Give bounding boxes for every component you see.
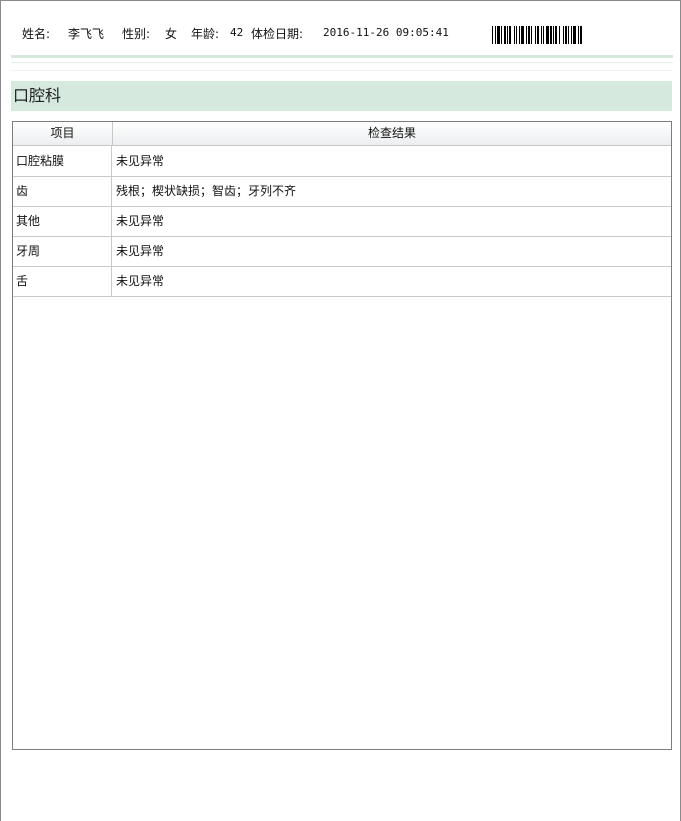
divider <box>11 70 673 71</box>
sex-label: 性别: <box>122 27 151 41</box>
date-label: 体检日期: <box>251 27 304 41</box>
item-cell: 齿 <box>13 176 112 206</box>
exam-date: 2016-11-26 09:05:41 <box>323 26 449 39</box>
patient-sex: 女 <box>165 27 178 41</box>
table-row: 齿 残根；楔状缺损；智齿；牙列不齐 <box>13 176 671 207</box>
patient-age: 42 <box>230 26 244 39</box>
results-table: 项目 检查结果 口腔粘膜 未见异常 齿 残根；楔状缺损；智齿；牙列不齐 其他 未… <box>12 121 672 750</box>
result-cell: 未见异常 <box>116 244 165 258</box>
item-cell: 舌 <box>13 266 112 296</box>
table-row: 舌 未见异常 <box>13 266 671 297</box>
result-cell: 残根；楔状缺损；智齿；牙列不齐 <box>116 184 297 198</box>
table-row: 其他 未见异常 <box>13 206 671 237</box>
column-header-item: 项目 <box>13 122 113 145</box>
top-border <box>1 0 680 1</box>
age-label: 年龄: <box>191 27 220 41</box>
name-label: 姓名: <box>22 27 51 41</box>
result-cell: 未见异常 <box>116 154 165 168</box>
divider <box>11 55 673 58</box>
patient-header: 姓名: 李飞飞 性别: 女 年龄: 42 体检日期: 2016-11-26 09… <box>1 18 680 46</box>
section-title: 口腔科 <box>11 81 672 111</box>
result-cell: 未见异常 <box>116 274 165 288</box>
column-header-result: 检查结果 <box>367 126 416 140</box>
patient-name: 李飞飞 <box>68 27 105 41</box>
report-page: 姓名: 李飞飞 性别: 女 年龄: 42 体检日期: 2016-11-26 09… <box>0 0 681 821</box>
result-cell: 未见异常 <box>116 214 165 228</box>
barcode-icon <box>492 26 582 44</box>
item-cell: 牙周 <box>13 236 112 266</box>
table-row: 口腔粘膜 未见异常 <box>13 146 671 177</box>
item-cell: 其他 <box>13 206 112 236</box>
table-header: 项目 检查结果 <box>13 122 671 146</box>
divider <box>11 62 673 63</box>
item-cell: 口腔粘膜 <box>13 146 112 176</box>
table-row: 牙周 未见异常 <box>13 236 671 267</box>
